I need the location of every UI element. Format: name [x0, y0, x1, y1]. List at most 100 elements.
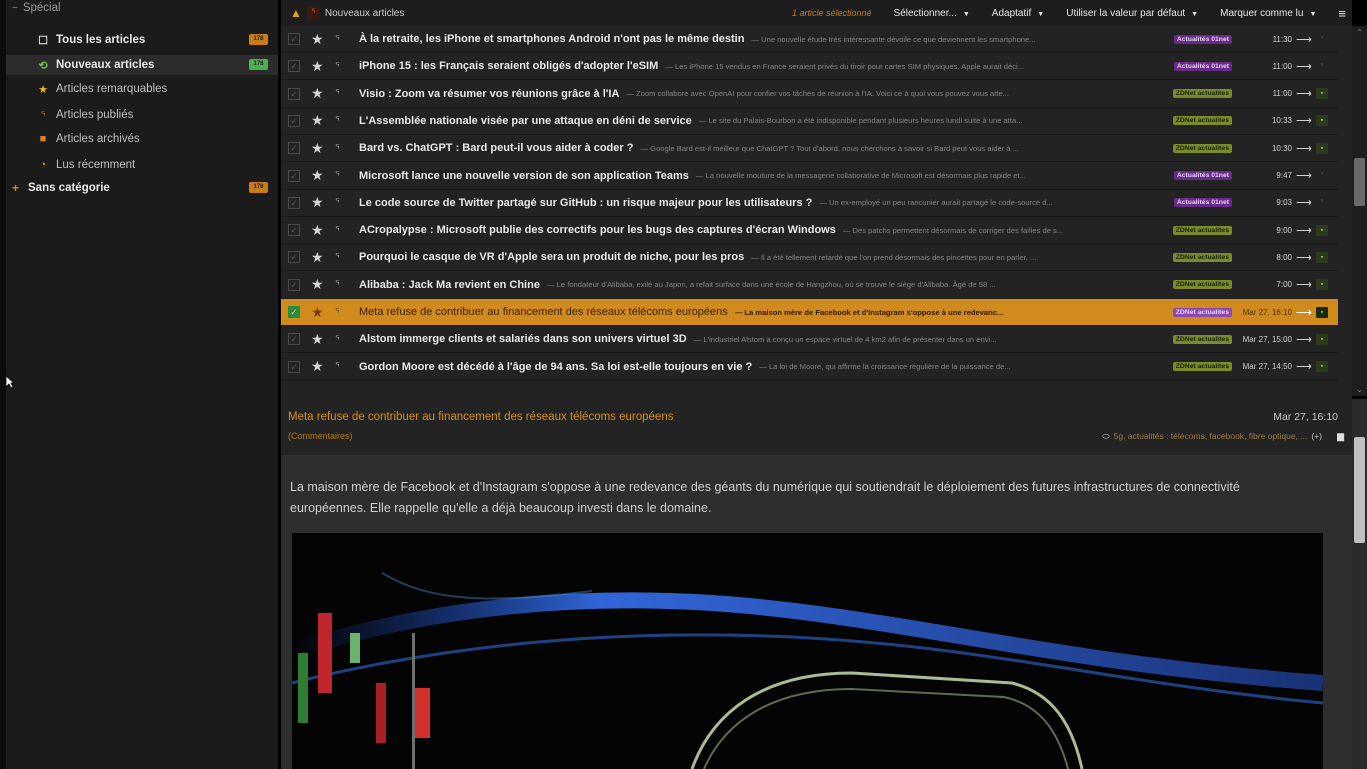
open-arrow-icon[interactable]: ⟶ — [1296, 251, 1312, 264]
rss-icon[interactable]: ᕐ — [335, 169, 347, 182]
rss-icon[interactable]: ᕐ — [335, 224, 347, 237]
headline-row[interactable]: ✓ ★ ᕐ Visio : Zoom va résumer vos réunions … — [281, 81, 1338, 108]
star-icon[interactable]: ★ — [311, 194, 325, 211]
scroll-up-icon[interactable]: ⌃ — [1352, 28, 1367, 37]
open-arrow-icon[interactable]: ⟶ — [1296, 60, 1312, 73]
select-checkbox[interactable]: ✓ — [288, 87, 300, 100]
headline-row[interactable]: ✓ ★ ᕐ Alibaba : Jack Ma revient en Chine — L… — [281, 272, 1338, 299]
rss-icon[interactable]: ᕐ — [335, 142, 347, 155]
article-title[interactable]: Meta refuse de contribuer au financement… — [288, 411, 673, 423]
open-arrow-icon[interactable]: ⟶ — [1296, 33, 1312, 46]
note-icon[interactable]: ▪ — [1316, 251, 1328, 263]
select-checkbox[interactable]: ✓ — [288, 278, 300, 291]
rss-icon[interactable]: ᕐ — [335, 60, 347, 73]
sidebar-item-recently-read[interactable]: ◔ Lus récemment — [6, 155, 278, 175]
headline-title[interactable]: Bard vs. ChatGPT : Bard peut-il vous aid… — [359, 142, 633, 154]
select-checkbox[interactable]: ✓ — [288, 333, 300, 346]
headline-row[interactable]: ✓ ★ ᕐ ACropalypse : Microsoft publie des co… — [281, 217, 1338, 245]
feed-label[interactable]: ZDNet actualites — [1172, 252, 1232, 262]
feed-label[interactable]: ZDNet actualites — [1172, 362, 1232, 372]
sidebar-item-new-articles[interactable]: ⟲ Nouveaux articles 178 — [6, 55, 278, 75]
note-icon[interactable]: ▪ — [1316, 306, 1328, 318]
feed-icon[interactable]: ᕐ — [1316, 170, 1328, 181]
feed-label[interactable]: Actualités 01net — [1173, 198, 1232, 208]
headline-row[interactable]: ✓ ★ ᕐ Bard vs. ChatGPT : Bard peut-il vous … — [281, 135, 1338, 163]
headline-title[interactable]: iPhone 15 : les Français seraient obligé… — [359, 60, 658, 72]
headline-row[interactable]: ✓ ★ ᕐ Alstom immerge clients et salariés da… — [281, 326, 1338, 354]
menu-icon[interactable]: ≡ — [1338, 6, 1346, 21]
sidebar-special-header[interactable]: − Spécial — [6, 1, 278, 15]
headline-title[interactable]: À la retraite, les iPhone et smartphones… — [359, 33, 744, 45]
rss-icon[interactable]: ᕐ — [335, 87, 347, 100]
note-icon[interactable]: ▪ — [1316, 224, 1328, 236]
comments-link[interactable]: (Commentaires) — [288, 431, 353, 441]
headline-row[interactable]: ✓ ★ ᕐ À la retraite, les iPhone et smartpho… — [281, 26, 1338, 53]
scrollbar-thumb[interactable] — [1354, 437, 1365, 543]
select-checkbox[interactable]: ✓ — [288, 251, 300, 264]
more-tags-link[interactable]: (+) — [1311, 431, 1322, 441]
headline-title[interactable]: Alibaba : Jack Ma revient en Chine — [359, 279, 540, 291]
open-arrow-icon[interactable]: ⟶ — [1296, 360, 1312, 373]
feed-icon[interactable]: ᕐ — [1316, 61, 1328, 72]
feed-label[interactable]: Actualités 01net — [1173, 61, 1232, 71]
star-icon[interactable]: ★ — [311, 358, 325, 375]
mark-read-dropdown[interactable]: Marquer comme lu ▼ — [1220, 8, 1316, 19]
select-checkbox[interactable]: ✓ — [288, 360, 300, 373]
headlines-scrollbar[interactable]: ⌃ ⌄ — [1352, 26, 1367, 396]
feed-icon[interactable]: ᕐ — [1316, 34, 1328, 45]
sidebar-item-published[interactable]: ᕐ Articles publiés — [6, 105, 278, 125]
headline-row[interactable]: ✓ ★ ᕐ Gordon Moore est décédé à l'âge de 94… — [281, 354, 1338, 381]
open-arrow-icon[interactable]: ⟶ — [1296, 169, 1312, 182]
headline-title[interactable]: Pourquoi le casque de VR d'Apple sera un… — [359, 251, 744, 263]
rss-icon[interactable]: ᕐ — [335, 278, 347, 291]
note-icon[interactable]: ▪ — [1316, 142, 1328, 154]
open-arrow-icon[interactable]: ⟶ — [1296, 87, 1312, 100]
select-checkbox[interactable]: ✓ — [288, 224, 300, 237]
headline-title[interactable]: Alstom immerge clients et salariés dans … — [359, 333, 687, 345]
star-icon[interactable]: ★ — [311, 276, 325, 293]
headline-row[interactable]: ✓ ★ ᕐ Le code source de Twitter partagé sur… — [281, 190, 1338, 217]
headline-row[interactable]: ✓ ★ ᕐ Pourquoi le casque de VR d'Apple sera… — [281, 244, 1338, 272]
feed-label[interactable]: ZDNet actualites — [1172, 89, 1232, 99]
star-icon[interactable]: ★ — [311, 249, 325, 266]
select-checkbox[interactable]: ✓ — [288, 169, 300, 182]
note-icon[interactable]: ▪ — [1316, 333, 1328, 345]
collapse-icon[interactable]: − — [12, 3, 18, 14]
star-icon[interactable]: ★ — [311, 140, 325, 157]
sidebar-item-archived[interactable]: ■ Articles archivés — [6, 129, 278, 149]
feed-label[interactable]: ZDNet actualites — [1172, 307, 1232, 317]
reader-scrollbar[interactable] — [1352, 399, 1367, 769]
feed-label[interactable]: ZDNet actualites — [1172, 225, 1232, 235]
expand-icon[interactable]: + — [12, 181, 28, 195]
open-arrow-icon[interactable]: ⟶ — [1296, 333, 1312, 346]
rss-icon[interactable]: ᕐ — [335, 333, 347, 346]
headline-title[interactable]: L'Assemblée nationale visée par une atta… — [359, 115, 692, 127]
select-checkbox[interactable]: ✓ — [288, 306, 300, 318]
feed-label[interactable]: ZDNet actualites — [1172, 116, 1232, 126]
headline-title[interactable]: Le code source de Twitter partagé sur Gi… — [359, 197, 812, 209]
rss-icon[interactable]: ᕐ — [335, 251, 347, 264]
feed-label[interactable]: ZDNet actualites — [1172, 280, 1232, 290]
star-icon[interactable]: ★ — [311, 331, 325, 348]
select-checkbox[interactable]: ✓ — [288, 33, 300, 45]
warning-icon[interactable]: ▲ — [290, 6, 302, 20]
select-checkbox[interactable]: ✓ — [288, 142, 300, 155]
sidebar-item-starred[interactable]: ★ Articles remarquables — [6, 79, 278, 99]
select-checkbox[interactable]: ✓ — [288, 60, 300, 73]
feed-label[interactable]: ZDNet actualites — [1172, 143, 1232, 153]
headline-row[interactable]: ✓ ★ ᕐ Microsoft lance une nouvelle version … — [281, 163, 1338, 190]
star-icon[interactable]: ★ — [311, 222, 325, 239]
star-icon[interactable]: ★ — [311, 31, 325, 48]
note-icon[interactable]: ▪ — [1316, 361, 1328, 373]
rss-icon[interactable]: ᕐ — [335, 114, 347, 127]
headline-row[interactable]: ✓ ★ ᕐ Meta refuse de contribuer au financem… — [281, 299, 1338, 326]
headline-row[interactable]: ✓ ★ ᕐ iPhone 15 : les Français seraient obl… — [281, 53, 1338, 81]
feed-label[interactable]: Actualités 01net — [1173, 34, 1232, 44]
select-checkbox[interactable]: ✓ — [288, 196, 300, 209]
open-arrow-icon[interactable]: ⟶ — [1296, 196, 1312, 209]
open-arrow-icon[interactable]: ⟶ — [1296, 142, 1312, 155]
note-icon[interactable]: ▪ — [1316, 88, 1328, 100]
feed-label[interactable]: ZDNet actualites — [1172, 334, 1232, 344]
rss-icon[interactable]: ᕐ — [335, 196, 347, 209]
headline-title[interactable]: Microsoft lance une nouvelle version de … — [359, 170, 689, 182]
